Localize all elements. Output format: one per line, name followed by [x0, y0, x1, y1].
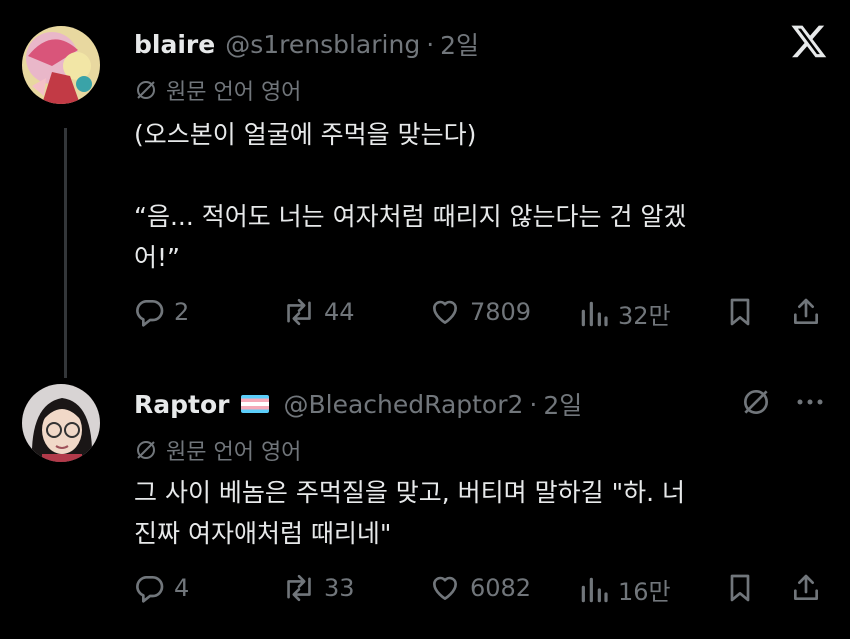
timestamp[interactable]: 2일 [440, 26, 479, 62]
user-handle[interactable]: @BleachedRaptor2 [283, 390, 523, 419]
repost-button[interactable]: 44 [282, 296, 355, 328]
trans-flag-icon [241, 395, 270, 413]
like-button[interactable]: 7809 [428, 296, 531, 328]
like-count: 6082 [470, 574, 532, 602]
repost-icon [287, 298, 311, 326]
bookmark-icon [730, 574, 750, 602]
like-button[interactable]: 6082 [428, 572, 531, 604]
reply-icon [136, 576, 164, 603]
translate-icon [137, 441, 155, 459]
views-icon [581, 301, 608, 326]
views-icon [581, 577, 608, 602]
avatar[interactable] [22, 384, 100, 462]
views-button[interactable]: 16만 [578, 572, 671, 607]
repost-button[interactable]: 33 [282, 572, 355, 604]
tweet-text: (오스본이 얼굴에 주먹을 맞는다) “음... 적어도 너는 여자처럼 때리지… [134, 120, 687, 272]
share-button[interactable] [790, 296, 830, 328]
view-count: 16만 [618, 578, 671, 606]
display-name[interactable]: blaire [134, 30, 215, 59]
reply-count: 2 [174, 298, 190, 326]
bookmark-icon [730, 298, 750, 326]
translate-label: 원문 언어 영어 [166, 80, 302, 105]
separator: · [529, 389, 538, 419]
reply-icon [136, 300, 164, 327]
action-bar: 4 33 6082 16만 [134, 572, 824, 612]
tweet-1[interactable]: blaire @s1rensblaring · 2일 원문 언어 영어 (오스본… [0, 0, 850, 360]
avatar[interactable] [22, 26, 100, 104]
timestamp[interactable]: 2일 [543, 386, 582, 422]
share-icon [794, 298, 818, 324]
views-button[interactable]: 32만 [578, 296, 671, 331]
heart-icon [433, 576, 457, 600]
tweet-header: Raptor @BleachedRaptor2 · 2일 [134, 386, 582, 422]
translate-icon[interactable] [740, 386, 772, 422]
like-count: 7809 [470, 298, 532, 326]
view-count: 32만 [618, 302, 671, 330]
display-name[interactable]: Raptor [134, 390, 229, 419]
more-icon[interactable] [792, 386, 828, 422]
reply-button[interactable]: 2 [134, 296, 189, 328]
share-button[interactable] [790, 572, 830, 604]
translate-note[interactable]: 원문 언어 영어 [134, 434, 301, 466]
translate-icon [137, 81, 155, 99]
reply-button[interactable]: 4 [134, 572, 189, 604]
separator: · [426, 29, 435, 59]
tweet-text: 그 사이 베놈은 주먹질을 맞고, 버티며 말하길 "하. 너 진짜 여자애처럼… [134, 478, 685, 548]
share-icon [794, 574, 818, 600]
tweet-header: blaire @s1rensblaring · 2일 [134, 26, 479, 62]
tweet-2[interactable]: Raptor @BleachedRaptor2 · 2일 원문 언어 영어 그 … [0, 360, 850, 639]
user-handle[interactable]: @s1rensblaring [225, 30, 420, 59]
repost-count: 44 [324, 298, 355, 326]
bookmark-button[interactable] [724, 572, 764, 604]
bookmark-button[interactable] [724, 296, 764, 328]
repost-icon [287, 574, 311, 602]
repost-count: 33 [324, 574, 355, 602]
action-bar: 2 44 7809 32만 [134, 296, 824, 336]
translate-note[interactable]: 원문 언어 영어 [134, 74, 301, 106]
heart-icon [433, 300, 457, 324]
translate-label: 원문 언어 영어 [166, 440, 302, 465]
reply-count: 4 [174, 574, 190, 602]
